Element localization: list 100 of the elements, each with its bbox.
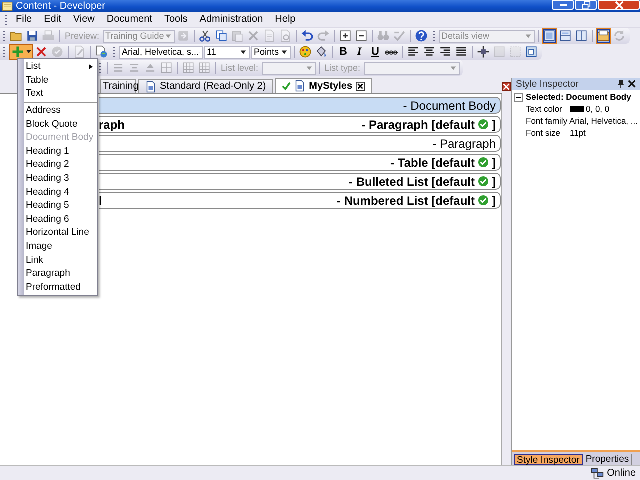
menu-item[interactable]: Heading 1 <box>18 144 97 158</box>
menu-item[interactable]: Text <box>18 87 97 101</box>
style-label: - Paragraph [default <box>362 118 475 132</box>
split-rows-button[interactable] <box>558 28 573 44</box>
plus-box-button[interactable] <box>338 28 353 44</box>
align-right-icon <box>439 45 452 59</box>
menu-item[interactable]: Heading 2 <box>18 158 97 172</box>
menu-item[interactable]: Heading 4 <box>18 185 97 199</box>
dropdown-field[interactable]: Points <box>251 46 291 58</box>
menu-item[interactable]: Preformatted <box>18 280 97 294</box>
align-center-icon <box>423 45 436 59</box>
minimize-button[interactable] <box>552 0 574 10</box>
frame-icon <box>493 45 506 59</box>
save-button[interactable] <box>25 28 40 44</box>
style-label: - Bulleted List [default <box>349 174 475 188</box>
move-arrows-button[interactable] <box>476 44 491 60</box>
panel-title: Style Inspector <box>516 78 580 90</box>
close-icon[interactable] <box>628 80 636 88</box>
network-icon <box>591 466 604 480</box>
copy-icon <box>214 29 228 43</box>
dropdown-arrow-icon <box>524 32 532 40</box>
menu-item[interactable]: File <box>10 14 38 25</box>
table-icon <box>198 61 211 75</box>
style-name: raph <box>99 118 126 132</box>
document-tab[interactable]: MyStyles <box>275 78 372 93</box>
panel-tab[interactable]: Style Inspector <box>514 454 583 465</box>
undo-button[interactable] <box>300 28 315 44</box>
frame-outline-button[interactable] <box>524 44 539 60</box>
page-globe-button[interactable] <box>94 44 109 60</box>
minus-box-icon <box>354 29 368 43</box>
menu-item[interactable]: Image <box>18 240 97 254</box>
caret-icon <box>26 49 32 55</box>
menu-item[interactable]: Heading 6 <box>18 212 97 226</box>
style-row[interactable]: raph - Paragraph [default ] <box>99 116 501 133</box>
menu-item[interactable]: Heading 3 <box>18 172 97 186</box>
restore-button[interactable] <box>575 0 597 10</box>
document-icon <box>294 80 306 92</box>
pin-icon[interactable] <box>617 80 625 88</box>
toolbar-label: List type: <box>324 63 362 73</box>
property-name: Font size <box>526 128 562 138</box>
menu-item[interactable]: Document <box>100 14 158 25</box>
format-button[interactable]: B <box>336 44 351 60</box>
property-value: 0, 0, 0 <box>586 104 610 114</box>
undo-icon <box>300 29 314 43</box>
app-icon <box>2 0 13 12</box>
toolbar-label: Preview: <box>64 31 101 41</box>
menu-item[interactable]: Edit <box>38 14 68 25</box>
document-tab[interactable]: Standard (Read-Only 2) <box>138 79 274 93</box>
menu-item[interactable]: Tools <box>158 14 194 25</box>
help-button[interactable] <box>414 28 429 44</box>
property-name: Font family <box>526 116 569 126</box>
dropdown-field[interactable]: 11 <box>204 46 250 58</box>
menu-item[interactable]: View <box>67 14 101 25</box>
palette-button[interactable] <box>298 44 313 60</box>
style-row[interactable]: - Paragraph <box>99 135 501 152</box>
split-columns-button[interactable] <box>574 28 589 44</box>
style-label-end: ] <box>492 194 496 208</box>
table-icon <box>182 61 195 75</box>
close-icon <box>356 82 365 90</box>
menu-item[interactable]: Heading 5 <box>18 198 97 213</box>
style-row[interactable]: - Document Body <box>99 97 501 114</box>
panel-button[interactable] <box>596 28 611 44</box>
style-row[interactable]: - Bulleted List [default ] <box>99 173 501 190</box>
panel-tab[interactable]: Properties <box>584 454 632 465</box>
refresh-icon <box>612 29 626 43</box>
menu-item[interactable]: Help <box>269 14 302 25</box>
menu-item[interactable]: Horizontal Line <box>18 226 97 240</box>
dropdown-field[interactable]: Arial, Helvetica, s... <box>119 46 203 58</box>
menu-item[interactable]: Address <box>18 104 97 118</box>
dropdown-arrow-icon <box>306 64 313 72</box>
minus-box-button[interactable] <box>354 28 369 44</box>
menu-item[interactable]: Paragraph <box>18 266 97 280</box>
close-document-button[interactable] <box>502 82 511 91</box>
add-menu-button[interactable] <box>9 44 33 60</box>
menu-item[interactable]: Link <box>18 253 97 267</box>
split-columns-icon <box>574 29 588 43</box>
close-icon <box>614 0 624 10</box>
single-pane-button[interactable] <box>542 28 557 44</box>
style-row[interactable]: - Table [default ] <box>99 154 501 171</box>
copy-button[interactable] <box>214 28 229 44</box>
style-label-end: ] <box>492 174 496 188</box>
menu-item[interactable]: Table <box>18 74 97 88</box>
redo-icon <box>316 29 330 43</box>
scissors-button[interactable] <box>198 28 213 44</box>
menu-item[interactable]: Administration <box>194 14 270 25</box>
collapse-icon[interactable] <box>514 92 523 102</box>
format-button[interactable]: U <box>368 44 383 60</box>
page-globe-icon <box>95 45 108 59</box>
frame-outline-icon <box>525 45 538 59</box>
save-icon <box>26 29 39 43</box>
window-title: Content - Developer <box>16 0 106 12</box>
document-tab[interactable]: Training <box>100 79 136 93</box>
menu-item[interactable]: Block Quote <box>18 117 97 131</box>
spellcheck-icon <box>392 29 406 43</box>
scissors-icon <box>198 29 212 43</box>
close-button[interactable] <box>598 0 640 10</box>
menu-item[interactable]: List <box>18 60 97 74</box>
printer-icon <box>42 29 55 43</box>
style-row[interactable]: l - Numbered List [default ] <box>99 192 501 209</box>
format-button[interactable]: I <box>352 44 367 60</box>
